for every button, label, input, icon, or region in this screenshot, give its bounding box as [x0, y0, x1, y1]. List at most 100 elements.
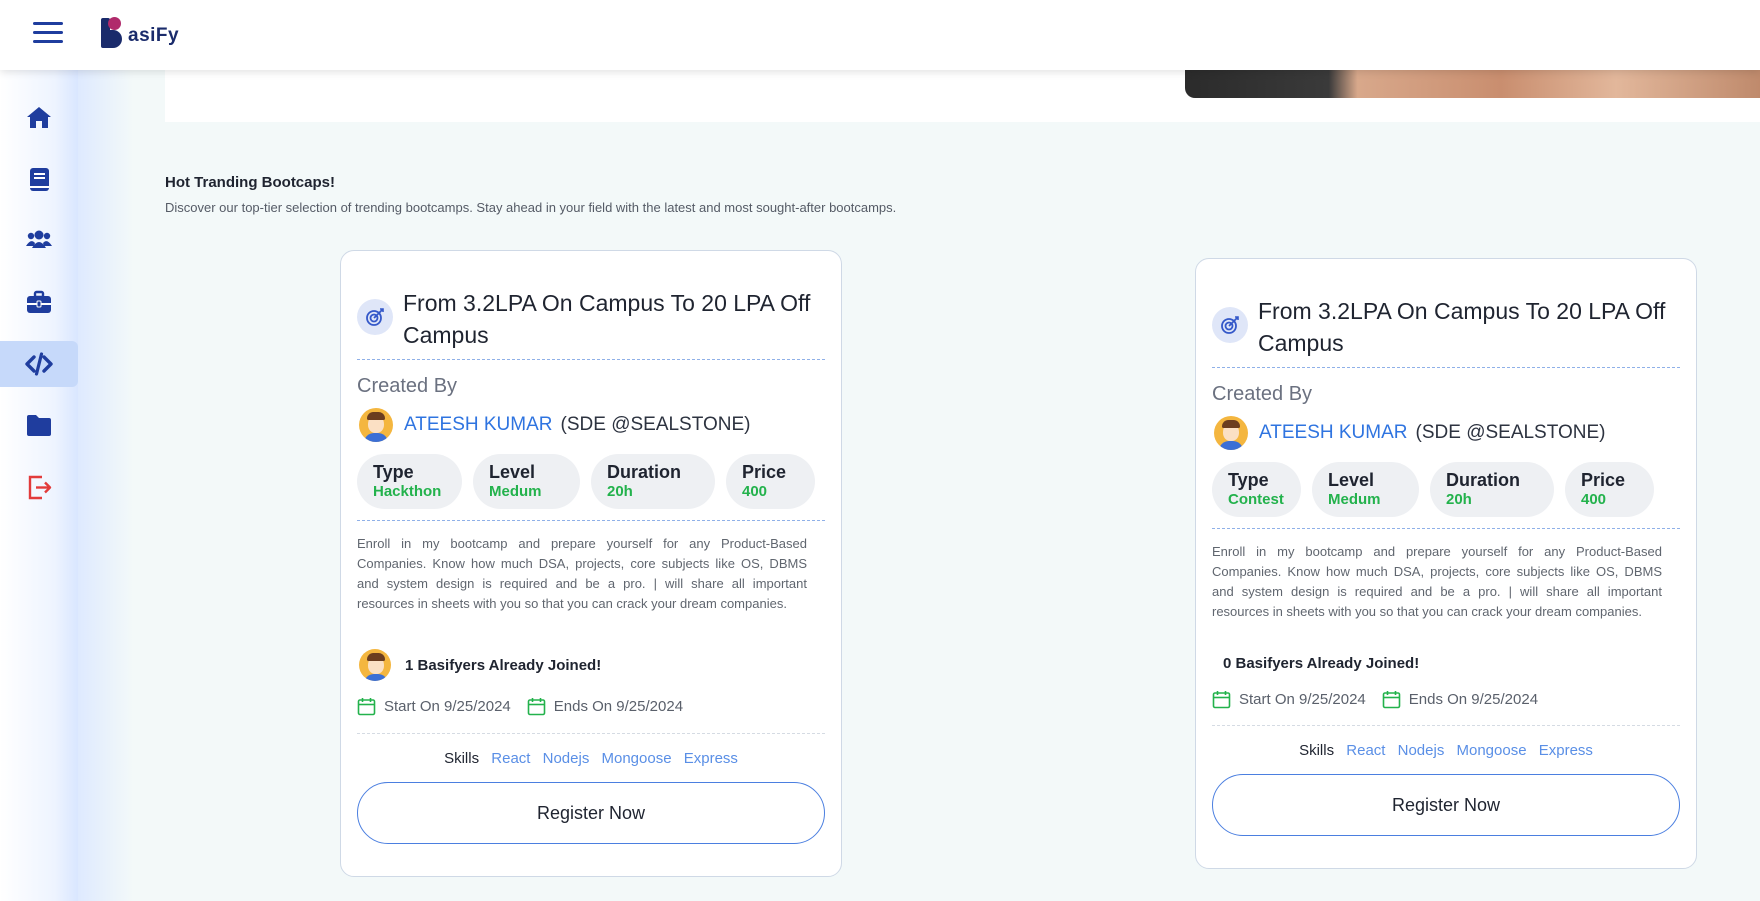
book-icon	[30, 168, 49, 191]
dates-row: Start On 9/25/2024 Ends On 9/25/2024	[1212, 690, 1538, 709]
author-row: ATEESH KUMAR (SDE @SEALSTONE)	[359, 408, 751, 442]
joined-row: 0 Basifyers Already Joined!	[1214, 655, 1419, 672]
skill-tag[interactable]: Mongoose	[602, 750, 672, 767]
skill-tag[interactable]: React	[1346, 742, 1385, 759]
target-icon	[1212, 307, 1248, 343]
avatar	[359, 408, 393, 442]
created-by-label: Created By	[1212, 383, 1313, 405]
duration-pill: Duration 20h	[591, 454, 715, 509]
section-title: Hot Tranding Bootcaps!	[165, 174, 335, 191]
divider	[357, 733, 825, 734]
logo-text: asiFy	[128, 25, 180, 46]
end-date: Ends On 9/25/2024	[1408, 691, 1539, 708]
avatar	[1214, 416, 1248, 450]
author-row: ATEESH KUMAR (SDE @SEALSTONE)	[1214, 416, 1606, 450]
skills-label: Skills	[1299, 742, 1335, 759]
avatar	[359, 649, 391, 681]
author-role: (SDE @SEALSTONE)	[560, 414, 751, 435]
card-header: From 3.2LPA On Campus To 20 LPA Off Camp…	[1212, 295, 1682, 359]
basify-logo[interactable]: asiFy	[98, 14, 179, 48]
logo-mark	[98, 14, 126, 48]
sidebar-item-jobs[interactable]	[0, 279, 78, 325]
top-bar: asiFy	[0, 0, 1760, 70]
divider	[1212, 528, 1680, 529]
joined-count: 1 Basifyers Already Joined!	[405, 656, 602, 674]
duration-label: Duration	[1446, 470, 1520, 490]
hero-image	[1185, 70, 1760, 98]
author-name[interactable]: ATEESH KUMAR	[404, 414, 553, 436]
calendar-icon	[1212, 691, 1231, 709]
sidebar-item-home[interactable]	[0, 94, 78, 140]
type-label: Type	[373, 462, 414, 482]
end-date: Ends On 9/25/2024	[553, 698, 684, 715]
sidebar-item-courses[interactable]	[0, 156, 78, 202]
card-header: From 3.2LPA On Campus To 20 LPA Off Camp…	[357, 287, 827, 351]
card-title: From 3.2LPA On Campus To 20 LPA Off Camp…	[403, 290, 811, 348]
type-pill: Type Hackthon	[357, 454, 462, 509]
users-icon	[26, 230, 52, 248]
skill-tag[interactable]: Express	[1539, 742, 1593, 759]
price-pill: Price 400	[726, 454, 815, 509]
sidebar-item-bootcamps[interactable]	[0, 341, 78, 387]
type-label: Type	[1228, 470, 1269, 490]
divider	[1212, 367, 1680, 368]
author-name[interactable]: ATEESH KUMAR	[1259, 422, 1408, 444]
skill-tag[interactable]: Nodejs	[543, 750, 590, 767]
bootcamp-meta: Type Hackthon Level Medum Duration 20h Pric…	[357, 454, 815, 509]
skill-tag[interactable]: Nodejs	[1398, 742, 1445, 759]
card-description: Enroll in my bootcamp and prepare yourse…	[357, 536, 807, 611]
calendar-icon	[357, 698, 376, 716]
price-pill: Price 400	[1565, 462, 1654, 517]
joined-count: 0 Basifyers Already Joined!	[1223, 655, 1420, 672]
joined-row: 1 Basifyers Already Joined!	[359, 649, 601, 681]
start-date: Start On 9/25/2024	[384, 698, 511, 715]
target-icon	[357, 299, 393, 335]
bootcamp-meta: Type Contest Level Medum Duration 20h Price…	[1212, 462, 1654, 517]
card-title: From 3.2LPA On Campus To 20 LPA Off Camp…	[1258, 298, 1666, 356]
divider	[357, 359, 825, 360]
skills-row: Skills React Nodejs Mongoose Express	[341, 750, 841, 767]
bootcamp-card: From 3.2LPA On Campus To 20 LPA Off Camp…	[1195, 258, 1697, 869]
author-role: (SDE @SEALSTONE)	[1415, 422, 1606, 443]
sidebar	[0, 70, 133, 901]
menu-icon[interactable]	[33, 22, 63, 44]
folder-icon	[27, 415, 51, 436]
duration-label: Duration	[607, 462, 681, 482]
type-value: Hackthon	[373, 483, 442, 500]
skills-row: Skills React Nodejs Mongoose Express	[1196, 742, 1696, 759]
created-by-label: Created By	[357, 375, 458, 397]
logout-icon	[28, 475, 52, 500]
price-value: 400	[742, 483, 768, 500]
divider	[1212, 725, 1680, 726]
skill-tag[interactable]: Express	[684, 750, 738, 767]
sidebar-item-logout[interactable]	[0, 464, 78, 510]
duration-pill: Duration 20h	[1430, 462, 1554, 517]
type-pill: Type Contest	[1212, 462, 1301, 517]
section-subtitle: Discover our top-tier selection of trend…	[165, 200, 897, 215]
calendar-icon	[1382, 691, 1401, 709]
skills-label: Skills	[444, 750, 480, 767]
skill-tag[interactable]: React	[491, 750, 530, 767]
dates-row: Start On 9/25/2024 Ends On 9/25/2024	[357, 697, 683, 716]
level-label: Level	[1328, 470, 1375, 490]
briefcase-icon	[27, 290, 51, 313]
sidebar-item-projects[interactable]	[0, 402, 78, 448]
duration-value: 20h	[607, 483, 633, 500]
divider	[357, 520, 825, 521]
register-button[interactable]: Register Now	[1212, 774, 1680, 836]
level-pill: Level Medum	[473, 454, 580, 509]
calendar-icon	[527, 698, 546, 716]
duration-value: 20h	[1446, 491, 1472, 508]
start-date: Start On 9/25/2024	[1239, 691, 1366, 708]
card-description: Enroll in my bootcamp and prepare yourse…	[1212, 544, 1662, 619]
level-value: Medum	[1328, 491, 1381, 508]
level-pill: Level Medum	[1312, 462, 1419, 517]
skill-tag[interactable]: Mongoose	[1457, 742, 1527, 759]
sidebar-item-community[interactable]	[0, 217, 78, 263]
level-value: Medum	[489, 483, 542, 500]
register-button[interactable]: Register Now	[357, 782, 825, 844]
code-icon	[25, 352, 53, 376]
price-value: 400	[1581, 491, 1607, 508]
bootcamp-card: From 3.2LPA On Campus To 20 LPA Off Camp…	[340, 250, 842, 877]
price-label: Price	[742, 462, 787, 482]
